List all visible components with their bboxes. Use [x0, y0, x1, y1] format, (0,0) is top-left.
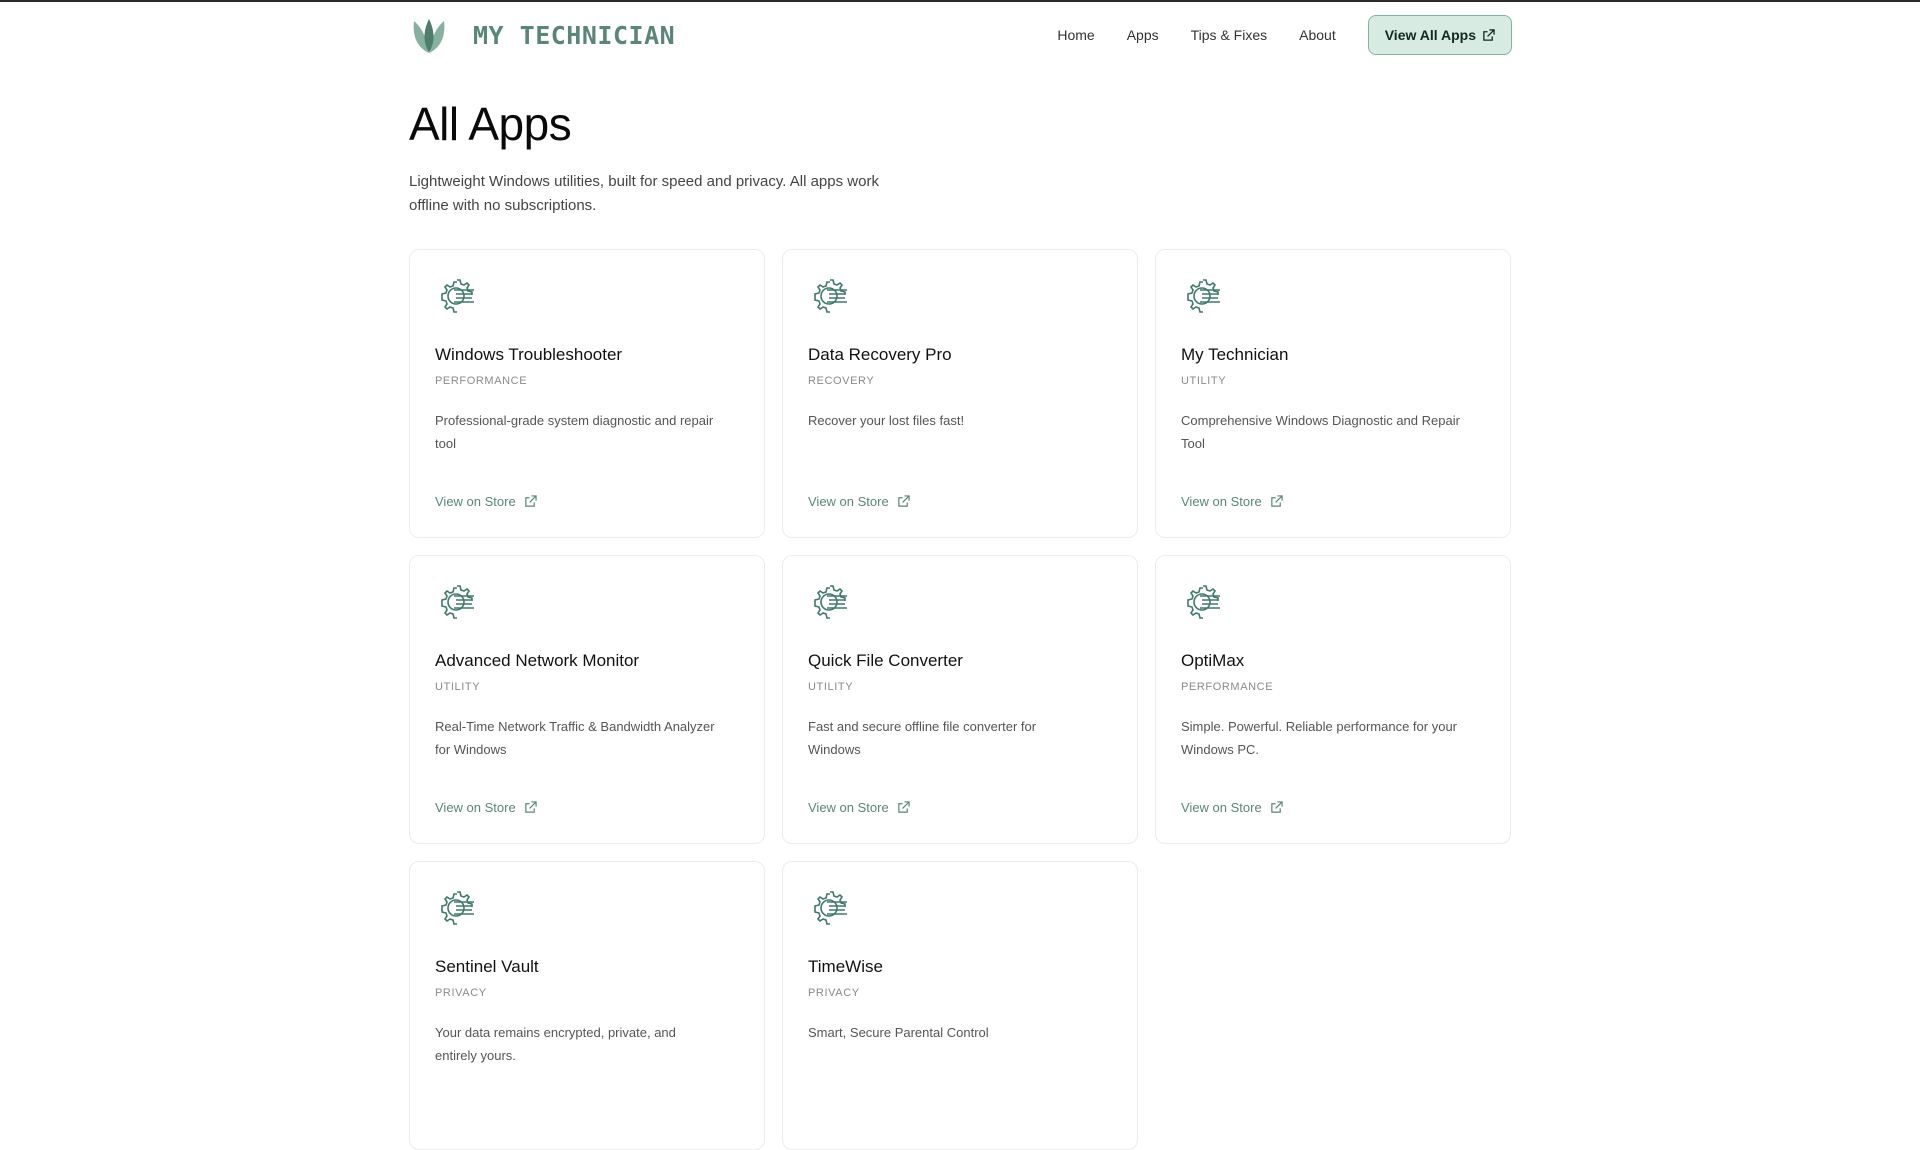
app-category: PERFORMANCE — [435, 375, 528, 387]
external-link-icon — [524, 801, 537, 813]
gear-lines-icon — [441, 891, 474, 925]
gear-lines-icon — [441, 279, 474, 313]
view-on-store-label: View on Store — [808, 800, 889, 815]
nav-home[interactable]: Home — [1057, 27, 1094, 43]
site-header: MY TECHNICIAN Home Apps Tips & Fixes Abo… — [409, 14, 1512, 56]
subtitle-line-2: offline with no subscriptions. — [409, 197, 597, 214]
app-description: Your data remains encrypted, private, an… — [435, 1021, 739, 1067]
app-description: Fast and secure offline file converter f… — [808, 715, 1112, 761]
app-card: Sentinel Vault PRIVACY Your data remains… — [409, 861, 765, 1150]
gear-lines-icon — [1187, 585, 1220, 619]
app-category: PRIVACY — [435, 987, 487, 999]
view-on-store-label: View on Store — [1181, 494, 1262, 509]
app-description-line-2: Tool — [1181, 436, 1205, 451]
app-description-line-1: Your data remains encrypted, private, an… — [435, 1025, 676, 1040]
gear-lines-icon — [814, 585, 847, 619]
app-card: Quick File Converter UTILITY Fast and se… — [782, 555, 1138, 844]
external-link-icon — [1270, 495, 1283, 507]
leaf-icon — [413, 19, 445, 53]
app-card: Windows Troubleshooter PERFORMANCE Profe… — [409, 249, 765, 538]
apps-grid: Windows Troubleshooter PERFORMANCE Profe… — [409, 249, 1512, 1150]
top-border — [0, 0, 1920, 2]
app-card: My Technician UTILITY Comprehensive Wind… — [1155, 249, 1511, 538]
app-category: RECOVERY — [808, 375, 875, 387]
app-category: UTILITY — [1181, 375, 1227, 387]
app-title: Advanced Network Monitor — [435, 651, 640, 670]
view-on-store-link[interactable]: View on Store — [1181, 800, 1283, 815]
page-title: All Apps — [409, 98, 572, 150]
view-all-apps-button[interactable]: View All Apps — [1367, 15, 1512, 55]
app-category: UTILITY — [435, 681, 481, 693]
app-description-line-2: Windows — [808, 742, 861, 757]
app-category: PRIVACY — [808, 987, 860, 999]
app-card: Advanced Network Monitor UTILITY Real-Ti… — [409, 555, 765, 844]
app-description: Real-Time Network Traffic & Bandwidth An… — [435, 715, 739, 761]
nav-apps[interactable]: Apps — [1127, 27, 1159, 43]
view-on-store-link[interactable]: View on Store — [435, 800, 537, 815]
nav-about[interactable]: About — [1299, 27, 1336, 43]
view-on-store-link[interactable]: View on Store — [808, 494, 910, 509]
app-description: Comprehensive Windows Diagnostic and Rep… — [1181, 409, 1485, 455]
app-description-line-1: Comprehensive Windows Diagnostic and Rep… — [1181, 413, 1460, 428]
subtitle-line-1: Lightweight Windows utilities, built for… — [409, 173, 879, 190]
app-title: Sentinel Vault — [435, 957, 539, 976]
app-title: My Technician — [1181, 345, 1289, 364]
app-card: TimeWise PRIVACY Smart, Secure Parental … — [782, 861, 1138, 1150]
app-description-line-1: Smart, Secure Parental Control — [808, 1025, 989, 1040]
app-card: OptiMax PERFORMANCE Simple. Powerful. Re… — [1155, 555, 1511, 844]
gear-lines-icon — [1187, 279, 1220, 313]
brand-name: MY TECHNICIAN — [473, 20, 676, 50]
app-description-line-1: Fast and secure offline file converter f… — [808, 719, 1037, 734]
app-category: UTILITY — [808, 681, 854, 693]
gear-lines-icon — [441, 585, 474, 619]
app-description-line-1: Recover your lost files fast! — [808, 413, 965, 428]
view-on-store-label: View on Store — [808, 494, 889, 509]
gear-lines-icon — [814, 279, 847, 313]
app-title: Data Recovery Pro — [808, 345, 952, 364]
gear-lines-icon — [814, 891, 847, 925]
app-description: Professional-grade system diagnostic and… — [435, 409, 739, 455]
external-link-icon — [897, 801, 910, 813]
app-description: Recover your lost files fast! — [808, 409, 1112, 455]
app-description: Smart, Secure Parental Control — [808, 1021, 1112, 1067]
page-subtitle: Lightweight Windows utilities, built for… — [409, 170, 969, 218]
app-title: Windows Troubleshooter — [435, 345, 623, 364]
view-on-store-label: View on Store — [1181, 800, 1262, 815]
view-on-store-label: View on Store — [435, 494, 516, 509]
external-link-icon — [524, 495, 537, 507]
app-description: Simple. Powerful. Reliable performance f… — [1181, 715, 1485, 761]
app-category: PERFORMANCE — [1181, 681, 1274, 693]
app-description-line-2: Windows PC. — [1181, 742, 1260, 757]
app-card: Data Recovery Pro RECOVERY Recover your … — [782, 249, 1138, 538]
app-title: Quick File Converter — [808, 651, 963, 670]
nav-tips-fixes[interactable]: Tips & Fixes — [1191, 27, 1268, 43]
view-on-store-label: View on Store — [435, 800, 516, 815]
app-description-line-2: entirely yours. — [435, 1048, 516, 1063]
app-description-line-1: Real-Time Network Traffic & Bandwidth An… — [435, 719, 715, 734]
view-on-store-link[interactable]: View on Store — [1181, 494, 1283, 509]
app-title: OptiMax — [1181, 651, 1245, 670]
hero: All Apps Lightweight Windows utilities, … — [409, 96, 969, 218]
external-link-icon — [1483, 28, 1495, 41]
external-link-icon — [1270, 801, 1283, 813]
view-all-apps-label: View All Apps — [1384, 27, 1476, 43]
app-description-line-1: Simple. Powerful. Reliable performance f… — [1181, 719, 1458, 734]
app-description-line-2: for Windows — [435, 742, 507, 757]
app-title: TimeWise — [808, 957, 883, 976]
external-link-icon — [897, 495, 910, 507]
app-description-line-1: Professional-grade system diagnostic and… — [435, 413, 714, 428]
view-on-store-link[interactable]: View on Store — [808, 800, 910, 815]
view-on-store-link[interactable]: View on Store — [435, 494, 537, 509]
brand[interactable]: MY TECHNICIAN — [409, 15, 675, 55]
main-nav: Home Apps Tips & Fixes About View All Ap… — [1057, 15, 1512, 55]
app-description-line-2: tool — [435, 436, 456, 451]
